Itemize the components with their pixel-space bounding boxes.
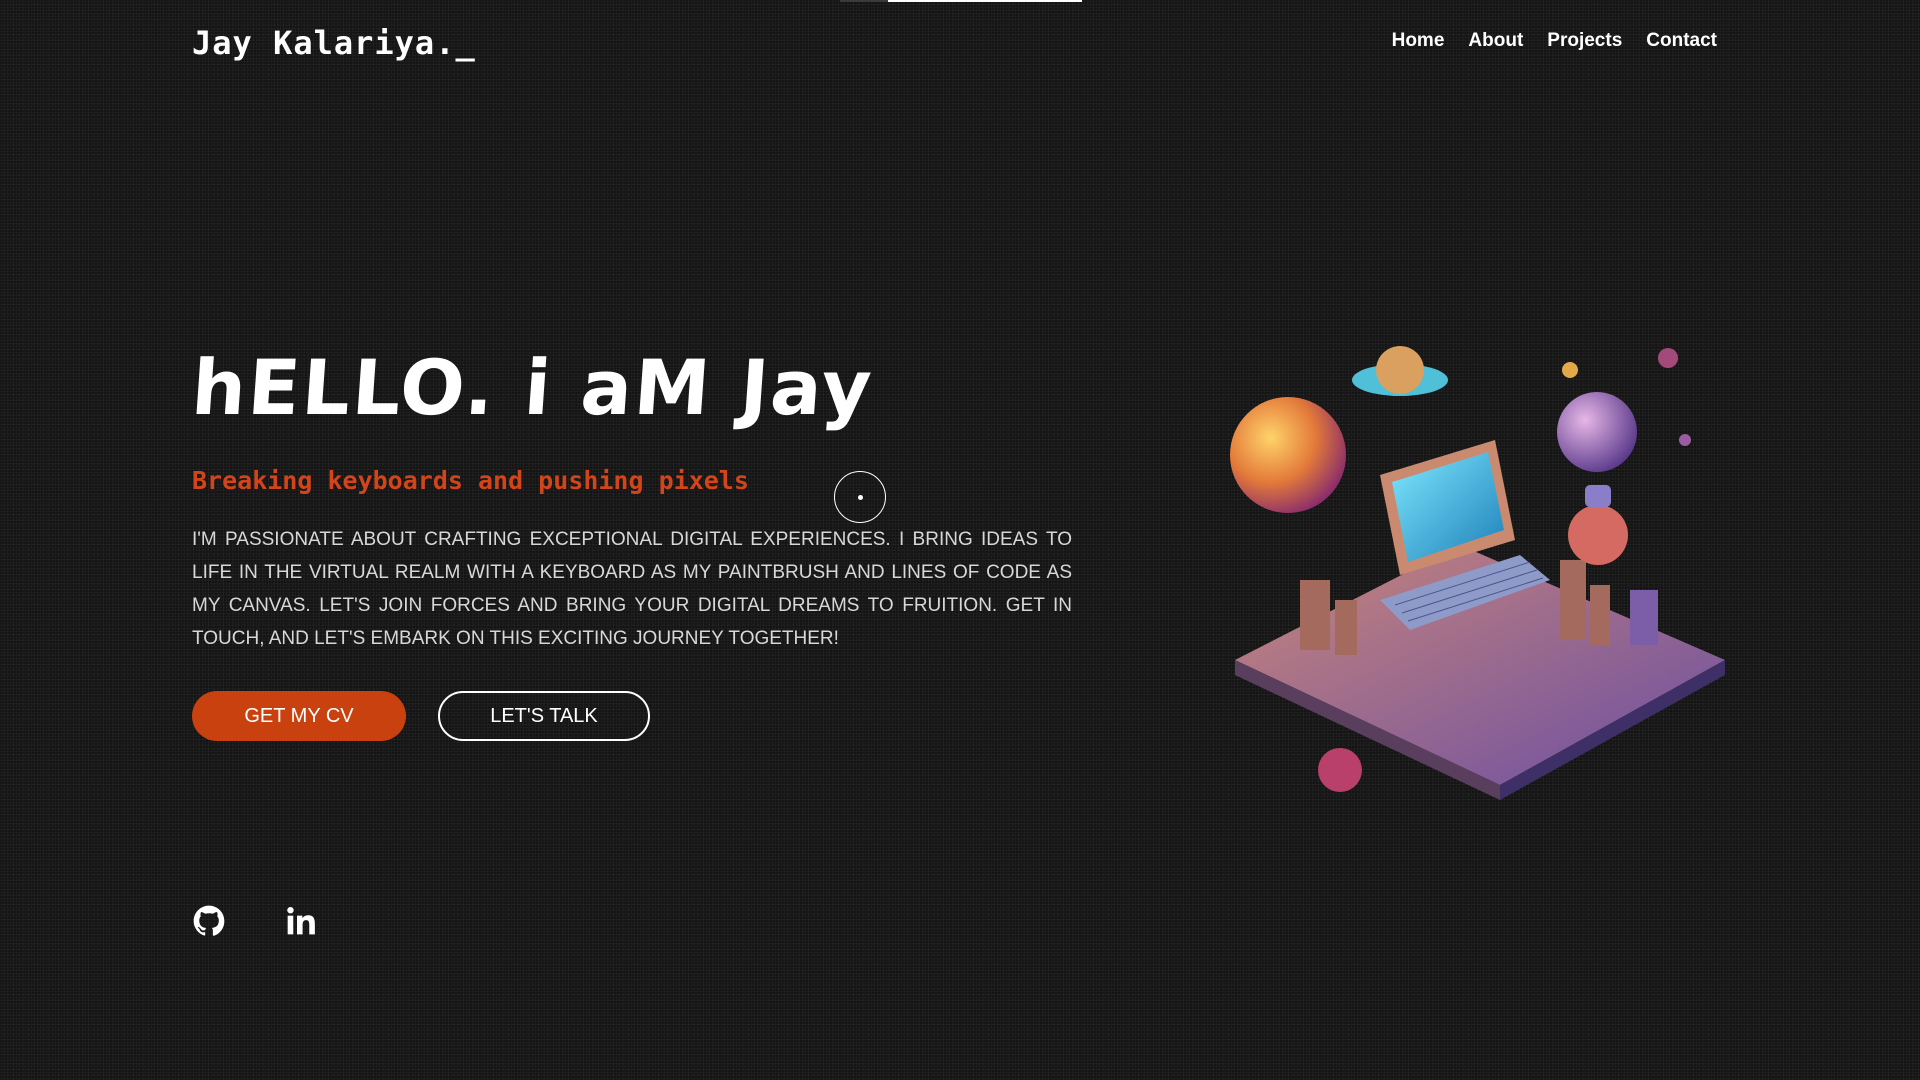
hero-section: hELLO. i aM Jay Breaking keyboards and p… xyxy=(188,343,1072,741)
linkedin-link[interactable] xyxy=(284,904,318,938)
robot-head xyxy=(1585,485,1611,507)
get-cv-button[interactable]: GET MY CV xyxy=(192,691,406,741)
hero-illustration xyxy=(1230,346,1725,800)
hero-description: I'M PASSIONATE ABOUT CRAFTING EXCEPTIONA… xyxy=(192,529,1072,649)
planet-small xyxy=(1318,748,1362,792)
site-logo[interactable]: Jay Kalariya._ xyxy=(192,24,476,62)
nav-home-link[interactable]: Home xyxy=(1392,30,1445,52)
custom-cursor xyxy=(834,471,886,523)
nav-contact-link[interactable]: Contact xyxy=(1646,30,1717,52)
robot-body xyxy=(1568,505,1628,565)
site-header: Jay Kalariya._ Home About Projects Conta… xyxy=(0,0,1920,86)
linkedin-icon xyxy=(287,907,315,935)
hero-title: hELLO. i aM Jay xyxy=(188,343,877,432)
main-nav: Home About Projects Contact xyxy=(1392,30,1717,52)
asteroid-1 xyxy=(1562,362,1578,378)
social-links xyxy=(192,904,318,938)
ufo-dome xyxy=(1376,346,1424,394)
lets-talk-button[interactable]: LET'S TALK xyxy=(438,691,650,741)
hero-buttons: GET MY CV LET'S TALK xyxy=(192,691,1072,741)
github-link[interactable] xyxy=(192,904,226,938)
asteroid-3 xyxy=(1679,434,1691,446)
planet-purple xyxy=(1557,392,1637,472)
planet-orange xyxy=(1230,397,1346,513)
github-icon xyxy=(193,905,225,936)
asteroid-2 xyxy=(1658,348,1678,368)
nav-about-link[interactable]: About xyxy=(1468,30,1523,52)
hero-subtitle: Breaking keyboards and pushing pixels xyxy=(192,466,749,495)
nav-projects-link[interactable]: Projects xyxy=(1547,30,1622,52)
cursor-dot xyxy=(858,495,863,500)
